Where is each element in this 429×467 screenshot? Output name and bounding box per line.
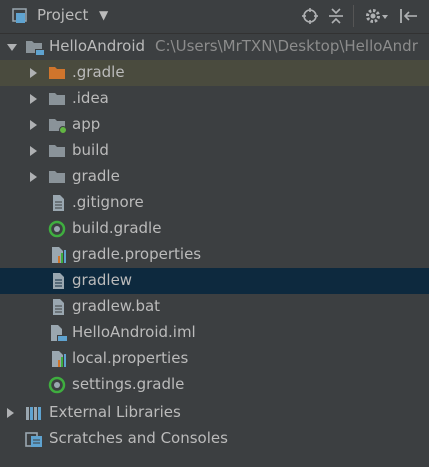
text-file-icon — [49, 298, 67, 316]
caret-down-icon[interactable]: ▼ — [99, 8, 108, 22]
project-view-selector[interactable]: Project — [37, 6, 88, 24]
properties-file-icon — [49, 246, 67, 264]
tree-item-label: gradle — [72, 167, 120, 185]
root-name: HelloAndroid — [49, 37, 146, 55]
collapsed-arrow-icon[interactable] — [27, 116, 39, 134]
properties-file-icon — [49, 350, 67, 368]
tree-root-row[interactable]: HelloAndroid C:\Users\MrTXN\Desktop\Hello… — [0, 34, 429, 60]
tree-item-settings-gradle[interactable]: settings.gradle — [0, 372, 429, 398]
module-folder-icon — [48, 116, 67, 134]
tree-item-label: gradlew.bat — [72, 297, 161, 315]
tree-item-label: gradlew — [72, 271, 133, 289]
folder-icon — [48, 168, 66, 186]
tree-item-scratches-and-consoles[interactable]: Scratches and Consoles — [0, 426, 429, 452]
collapsed-arrow-icon[interactable] — [27, 90, 39, 108]
locate-icon[interactable] — [301, 7, 319, 29]
text-file-icon — [49, 194, 67, 212]
expanded-arrow-icon[interactable] — [6, 38, 18, 56]
module-folder-icon — [25, 38, 44, 56]
tree-item-label: HelloAndroid.iml — [72, 323, 196, 341]
text-file-icon — [49, 272, 67, 290]
collapsed-arrow-icon[interactable] — [4, 404, 16, 422]
tree-item-app[interactable]: app — [0, 112, 429, 138]
tree-item-local-properties[interactable]: local.properties — [0, 346, 429, 372]
project-view-icon — [12, 8, 30, 28]
tree-item-label: Scratches and Consoles — [49, 429, 228, 447]
project-panel-header: Project ▼ — [0, 0, 429, 34]
tree-item-helloandroid-iml[interactable]: HelloAndroid.iml — [0, 320, 429, 346]
folder-orange-icon — [48, 64, 66, 82]
scratches-icon — [25, 430, 43, 448]
tree-item-gitignore[interactable]: .gitignore — [0, 190, 429, 216]
tree-item-gradlew[interactable]: gradlew — [0, 268, 429, 294]
tree-item-label: build.gradle — [72, 219, 162, 237]
tree-item-label: .idea — [72, 89, 109, 107]
tree-root-label: HelloAndroid C:\Users\MrTXN\Desktop\Hello… — [49, 37, 418, 55]
root-path: C:\Users\MrTXN\Desktop\HelloAndr — [155, 37, 418, 55]
folder-icon — [48, 142, 66, 160]
tree-item-label: app — [72, 115, 101, 133]
tree-item-gradlew-bat[interactable]: gradlew.bat — [0, 294, 429, 320]
tree-item-gradle[interactable]: gradle — [0, 164, 429, 190]
tree-item-label: .gitignore — [72, 193, 144, 211]
tree-item-label: External Libraries — [49, 403, 181, 421]
tree-item-external-libraries[interactable]: External Libraries — [0, 400, 429, 426]
hide-panel-icon[interactable] — [399, 7, 421, 29]
tree-item-label: build — [72, 141, 109, 159]
tree-item-gradle-properties[interactable]: gradle.properties — [0, 242, 429, 268]
collapse-all-icon[interactable] — [327, 7, 345, 29]
iml-file-icon — [48, 324, 67, 342]
library-icon — [25, 404, 43, 422]
gear-icon[interactable] — [364, 7, 390, 29]
gradle-file-icon — [48, 376, 66, 394]
collapsed-arrow-icon[interactable] — [27, 64, 39, 82]
gradle-file-icon — [48, 220, 66, 238]
tree-item-build[interactable]: build — [0, 138, 429, 164]
tree-item-dot-gradle[interactable]: .gradle — [0, 60, 429, 86]
tree-item-idea[interactable]: .idea — [0, 86, 429, 112]
toolbar-divider — [353, 5, 354, 27]
tree-item-label: local.properties — [72, 349, 189, 367]
collapsed-arrow-icon[interactable] — [27, 142, 39, 160]
collapsed-arrow-icon[interactable] — [27, 168, 39, 186]
tree-item-build-gradle[interactable]: build.gradle — [0, 216, 429, 242]
tree-item-label: .gradle — [72, 63, 125, 81]
tree-item-label: settings.gradle — [72, 375, 185, 393]
folder-icon — [48, 90, 66, 108]
tree-item-label: gradle.properties — [72, 245, 202, 263]
